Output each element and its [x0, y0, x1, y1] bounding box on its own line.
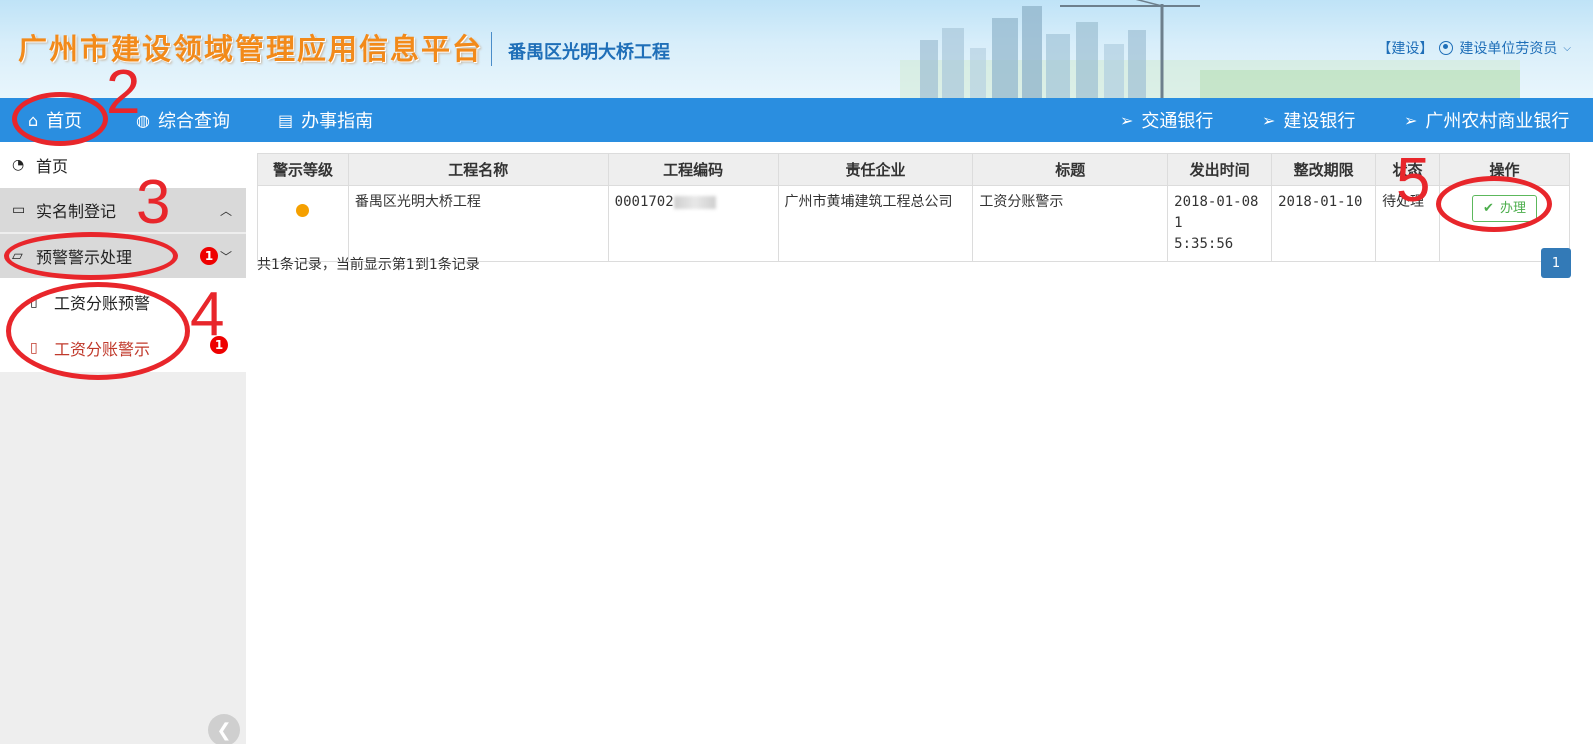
nav-query[interactable]: ◍ 综合查询: [136, 98, 230, 142]
col-header: 警示等级: [257, 153, 349, 186]
nav-bank-ccb[interactable]: ➢ 建设银行: [1262, 98, 1355, 142]
cell-company: 广州市黄埔建筑工程总公司: [777, 185, 974, 262]
user-icon: [1439, 41, 1454, 55]
handle-button-label: 办理: [1499, 201, 1526, 216]
file-icon: ▯: [30, 340, 38, 356]
chevron-down-icon: ﹀: [219, 249, 232, 264]
folder-open-icon: ▱: [12, 248, 23, 264]
record-summary: 共1条记录，当前显示第1到1条记录: [257, 257, 480, 273]
nav-bank-grcb-label: 广州农村商业银行: [1425, 111, 1570, 132]
cell-project-name: 番禺区光明大桥工程: [347, 185, 609, 262]
sidebar-wage-warning-label: 工资分账警示: [54, 340, 151, 359]
warning-level-dot: [296, 204, 310, 217]
header: 广州市建设领域管理应用信息平台 番禺区光明大桥工程 【建设】 建设单位劳资员 ⌵: [0, 0, 1593, 98]
send-icon: ➢: [1262, 110, 1276, 130]
issue-time-line2: 5:35:56: [1174, 236, 1234, 252]
sidebar-group-realname-label: 实名制登记: [36, 202, 117, 221]
book-icon: ▤: [278, 110, 294, 130]
header-divider: [491, 32, 492, 66]
chevron-down-icon[interactable]: ⌵: [1563, 43, 1571, 54]
sidebar-item-wage-alert[interactable]: ▯ 工资分账预警: [0, 278, 246, 326]
nav-bank-bocom-label: 交通银行: [1141, 111, 1214, 132]
send-icon: ➢: [1120, 110, 1134, 130]
handle-button[interactable]: ✔ 办理: [1472, 195, 1537, 222]
col-header: 发出时间: [1167, 153, 1273, 186]
platform-title: 广州市建设领域管理应用信息平台: [18, 32, 484, 66]
cell-status: 待处理: [1375, 185, 1441, 262]
main-nav: ⌂ 首页 ◍ 综合查询 ▤ 办事指南 ➢ 交通银行 ➢ 建设银行 ➢ 广州农村商…: [0, 98, 1593, 142]
cell-issue-time: 2018-01-08 1 5:35:56: [1167, 185, 1273, 262]
cell-project-code: 0001702: [607, 185, 779, 262]
arrow-left-icon: ❮: [216, 719, 232, 741]
col-header: 责任企业: [777, 153, 974, 186]
sidebar-item-wage-warning[interactable]: ▯ 工资分账警示 1: [0, 324, 246, 372]
sidebar-collapse-button[interactable]: ❮: [208, 714, 240, 744]
sidebar-wage-alert-label: 工资分账预警: [54, 294, 151, 313]
nav-bank-grcb[interactable]: ➢ 广州农村商业银行: [1404, 98, 1569, 142]
file-icon: ▯: [30, 294, 38, 310]
cell-title: 工资分账警示: [972, 185, 1169, 262]
cell-level: [257, 185, 349, 262]
redacted-code: [673, 195, 716, 209]
col-header: 工程编码: [607, 153, 779, 186]
col-header: 整改期限: [1271, 153, 1377, 186]
project-name: 番禺区光明大桥工程: [508, 42, 670, 63]
chevron-up-icon: ︿: [219, 203, 232, 218]
col-header: 操作: [1439, 153, 1570, 186]
role-tag[interactable]: 【建设】: [1377, 38, 1433, 58]
wage-warning-badge: 1: [210, 336, 228, 354]
nav-home-label: 首页: [46, 111, 83, 132]
sidebar-group-warning-label: 预警警示处理: [36, 248, 133, 267]
col-header: 状态: [1375, 153, 1441, 186]
dashboard-icon: ◔: [12, 157, 25, 173]
nav-bank-ccb-label: 建设银行: [1283, 111, 1356, 132]
sidebar-home-label: 首页: [36, 157, 69, 176]
col-header: 标题: [972, 153, 1169, 186]
sidebar: ◔ 首页 ▭ 实名制登记 ︿ ▱ 预警警示处理 1 ﹀ ▯ 工资分账预警 ▯ 工…: [0, 142, 246, 744]
issue-time-line1: 2018-01-08 1: [1174, 194, 1259, 231]
table-row[interactable]: 番禺区光明大桥工程 0001702 广州市黄埔建筑工程总公司 工资分账警示 20…: [257, 185, 1570, 262]
nav-bank-bocom[interactable]: ➢ 交通银行: [1120, 98, 1213, 142]
folder-icon: ▭: [12, 202, 26, 218]
sidebar-group-realname[interactable]: ▭ 实名制登记 ︿: [0, 188, 246, 232]
page-button[interactable]: 1: [1541, 248, 1571, 278]
globe-icon: ◍: [136, 110, 150, 130]
home-icon: ⌂: [28, 110, 39, 130]
send-icon: ➢: [1404, 110, 1418, 130]
check-icon: ✔: [1483, 201, 1494, 216]
nav-guide-label: 办事指南: [301, 111, 374, 132]
project-code-text: 0001702: [614, 194, 674, 210]
nav-guide[interactable]: ▤ 办事指南: [278, 98, 373, 142]
sidebar-item-home[interactable]: ◔ 首页: [0, 142, 246, 188]
warning-table: 警示等级 工程名称 工程编码 责任企业 标题 发出时间 整改期限 状态 操作 番…: [257, 153, 1570, 262]
cell-deadline: 2018-01-10: [1271, 185, 1377, 262]
col-header: 工程名称: [347, 153, 609, 186]
sidebar-group-warning[interactable]: ▱ 预警警示处理 1 ﹀: [0, 234, 246, 278]
user-name[interactable]: 建设单位劳资员: [1459, 38, 1557, 58]
nav-query-label: 综合查询: [157, 111, 230, 132]
nav-home[interactable]: ⌂ 首页: [28, 98, 82, 142]
user-area: 【建设】 建设单位劳资员 ⌵: [1377, 38, 1571, 58]
warning-count-badge: 1: [200, 247, 218, 265]
table-header-row: 警示等级 工程名称 工程编码 责任企业 标题 发出时间 整改期限 状态 操作: [257, 153, 1570, 186]
app-root: 广州市建设领域管理应用信息平台 番禺区光明大桥工程 【建设】 建设单位劳资员 ⌵…: [0, 0, 1593, 744]
main-content: 警示等级 工程名称 工程编码 责任企业 标题 发出时间 整改期限 状态 操作 番…: [246, 142, 1593, 744]
